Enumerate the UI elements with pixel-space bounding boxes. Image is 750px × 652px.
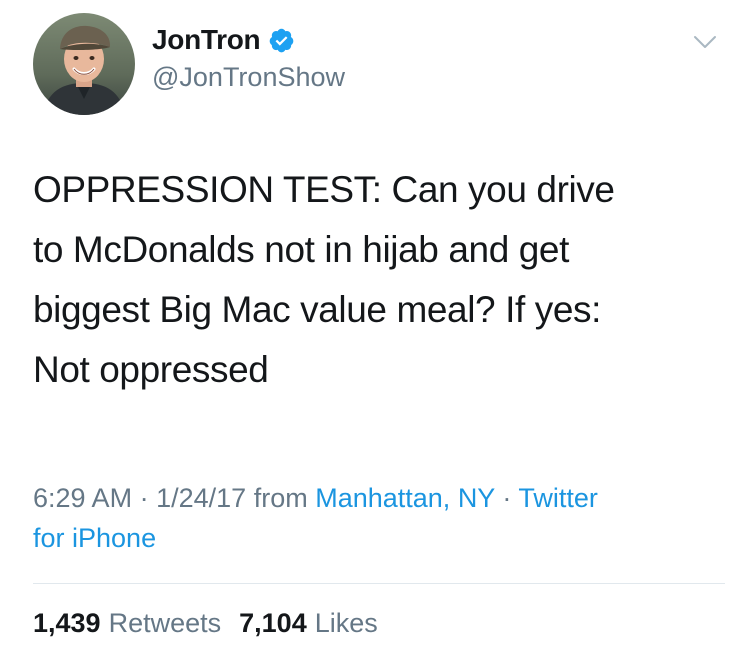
tweet-metadata: 6:29 AM · 1/24/17 from Manhattan, NY · T… xyxy=(33,478,723,558)
tweet-text-line: OPPRESSION TEST: Can you drive xyxy=(33,169,615,210)
client-link-continued[interactable]: for iPhone xyxy=(33,523,156,553)
likes-label: Likes xyxy=(314,608,378,638)
meta-separator: · xyxy=(502,483,512,513)
user-handle[interactable]: @JonTronShow xyxy=(152,62,345,93)
chevron-down-icon[interactable] xyxy=(690,30,720,54)
client-link[interactable]: Twitter xyxy=(518,483,598,513)
tweet-text-line: Not oppressed xyxy=(33,349,269,390)
tweet-stats: 1,439 Retweets 7,104 Likes xyxy=(33,608,396,639)
divider xyxy=(33,583,725,584)
avatar[interactable] xyxy=(33,13,135,115)
retweets-stat[interactable]: 1,439 Retweets xyxy=(33,608,221,639)
retweets-label: Retweets xyxy=(108,608,222,638)
tweet-card: JonTron @JonTronShow OPPRESSION TEST: Ca… xyxy=(0,0,750,652)
tweet-text-line: to McDonalds not in hijab and get xyxy=(33,229,569,270)
meta-separator: · xyxy=(139,483,149,513)
location-link[interactable]: Manhattan, NY xyxy=(315,483,495,513)
tweet-text: OPPRESSION TEST: Can you drive to McDona… xyxy=(33,160,723,400)
tweet-date[interactable]: 1/24/17 xyxy=(156,483,246,513)
author-name-row: JonTron xyxy=(152,24,295,56)
from-label: from xyxy=(253,483,308,513)
display-name[interactable]: JonTron xyxy=(152,24,261,56)
tweet-time[interactable]: 6:29 AM xyxy=(33,483,132,513)
retweets-count: 1,439 xyxy=(33,608,101,638)
verified-badge-icon xyxy=(268,27,295,54)
tweet-text-line: biggest Big Mac value meal? If yes: xyxy=(33,289,602,330)
likes-count: 7,104 xyxy=(239,608,307,638)
likes-stat[interactable]: 7,104 Likes xyxy=(239,608,378,639)
avatar-image xyxy=(33,13,135,115)
